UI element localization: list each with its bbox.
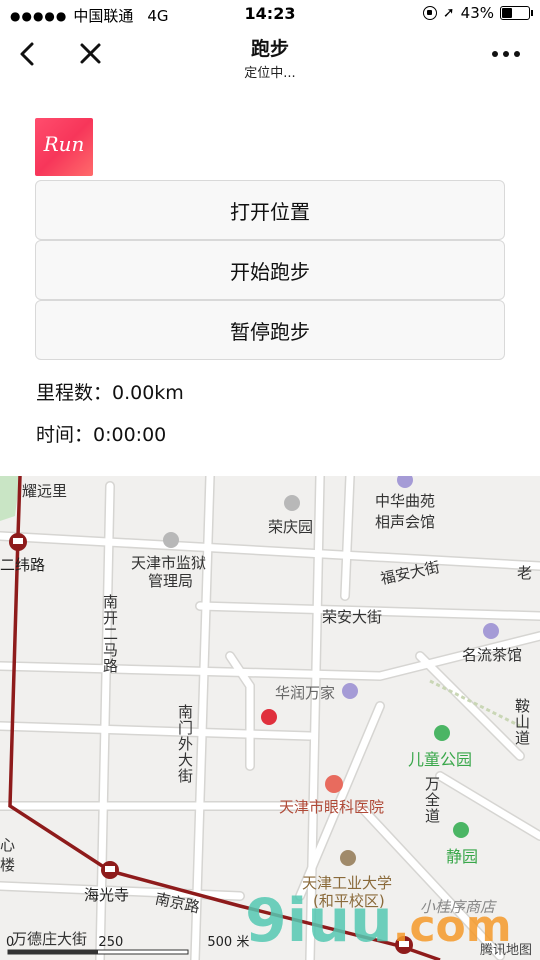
battery-icon bbox=[500, 6, 533, 20]
page-title: 跑步 bbox=[250, 38, 289, 60]
page-subtitle: 定位中... bbox=[244, 66, 296, 81]
map-label: 鞍山道 bbox=[513, 698, 531, 746]
map-label: 名流茶馆 bbox=[462, 646, 523, 664]
site-watermark: 9iuu.com bbox=[245, 886, 512, 956]
status-bar: ●●●●● 中国联通 4G 14:23 ➚ 43% bbox=[0, 0, 540, 28]
map-label: 华润万家 bbox=[275, 684, 336, 702]
map-label: 相声会馆 bbox=[375, 513, 436, 531]
scale-250: 250 bbox=[98, 935, 124, 950]
more-dot-icon bbox=[514, 51, 520, 57]
more-dot-icon bbox=[503, 51, 509, 57]
map-label: 静园 bbox=[446, 847, 479, 866]
map-provider-logo: 腾讯地图 bbox=[479, 943, 532, 958]
navigation-bar: 跑步 定位中... bbox=[0, 28, 540, 88]
map-label: 荣安大街 bbox=[322, 608, 383, 626]
map-label: 管理局 bbox=[148, 572, 194, 590]
app-logo-text: Run bbox=[43, 132, 85, 156]
map-label: 楼 bbox=[0, 856, 16, 874]
distance-text: 里程数：0.00km bbox=[36, 382, 184, 404]
pause-run-button[interactable]: 暂停跑步 bbox=[35, 300, 505, 360]
more-dot-icon bbox=[492, 51, 498, 57]
battery-fill bbox=[502, 8, 512, 18]
map-label: 南开二马路 bbox=[101, 594, 119, 674]
map-label: 儿童公园 bbox=[408, 750, 473, 769]
map-view[interactable]: 耀远里 中华曲苑 相声会馆 荣庆园 天津市监狱 管理局 二纬路 福安大街 老 南… bbox=[0, 476, 540, 960]
battery-percent: 43% bbox=[460, 4, 494, 22]
map-label: 海光寺 bbox=[84, 886, 130, 904]
map-label: 中华曲苑 bbox=[375, 492, 436, 510]
start-run-button[interactable]: 开始跑步 bbox=[35, 240, 505, 300]
app-logo: Run bbox=[35, 118, 93, 176]
time-text: 时间：0:00:00 bbox=[36, 424, 167, 446]
more-options-button[interactable] bbox=[480, 42, 520, 66]
scale-0: 0 bbox=[6, 935, 15, 950]
location-arrow-icon: ➚ bbox=[442, 5, 455, 21]
map-scale: 0 250 500 米 bbox=[6, 931, 249, 950]
watermark-main: 9iuu bbox=[245, 886, 393, 956]
status-right: ➚ 43% bbox=[422, 4, 533, 22]
map-label: 老 bbox=[517, 564, 533, 582]
map-label: 南门外大街 bbox=[176, 704, 194, 784]
map-label: 耀远里 bbox=[22, 482, 68, 500]
map-label: 万全道 bbox=[423, 776, 441, 824]
map-label: 荣庆园 bbox=[268, 518, 314, 536]
scale-500: 500 米 bbox=[207, 935, 250, 950]
orientation-lock-icon bbox=[422, 6, 437, 20]
map-label: 天津市眼科医院 bbox=[279, 798, 385, 816]
map-label: 二纬路 bbox=[0, 556, 46, 574]
open-location-button[interactable]: 打开位置 bbox=[35, 180, 505, 240]
map-label: 心 bbox=[0, 836, 16, 854]
